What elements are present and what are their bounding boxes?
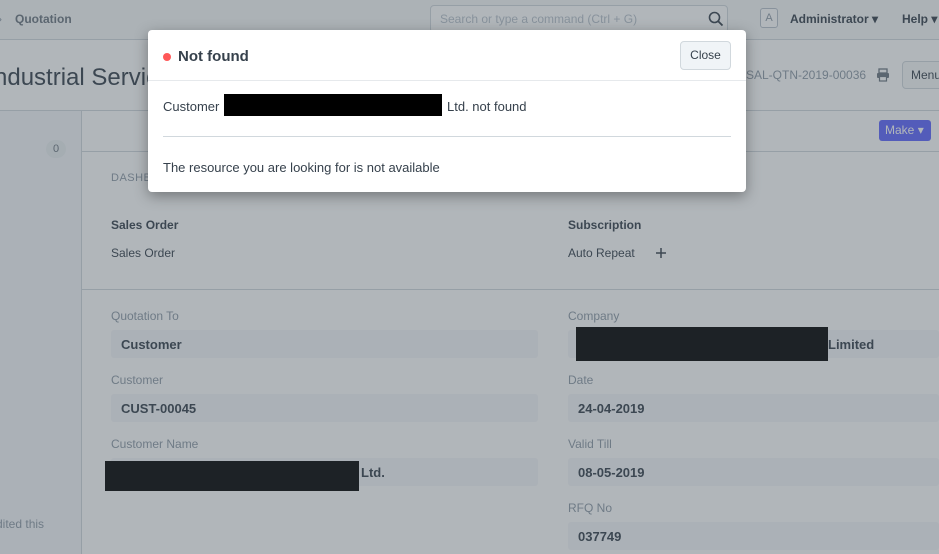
indicator-dot-icon [163, 53, 171, 61]
dialog-detail: The resource you are looking for is not … [163, 160, 440, 175]
dialog-header-divider [148, 80, 746, 81]
redaction-block [224, 94, 442, 116]
dialog-message-prefix: Customer [163, 99, 220, 114]
close-button[interactable]: Close [680, 41, 731, 70]
dialog-message-suffix: Ltd. not found [447, 99, 527, 114]
dialog-title: Not found [178, 48, 249, 65]
dialog-divider [163, 136, 731, 137]
